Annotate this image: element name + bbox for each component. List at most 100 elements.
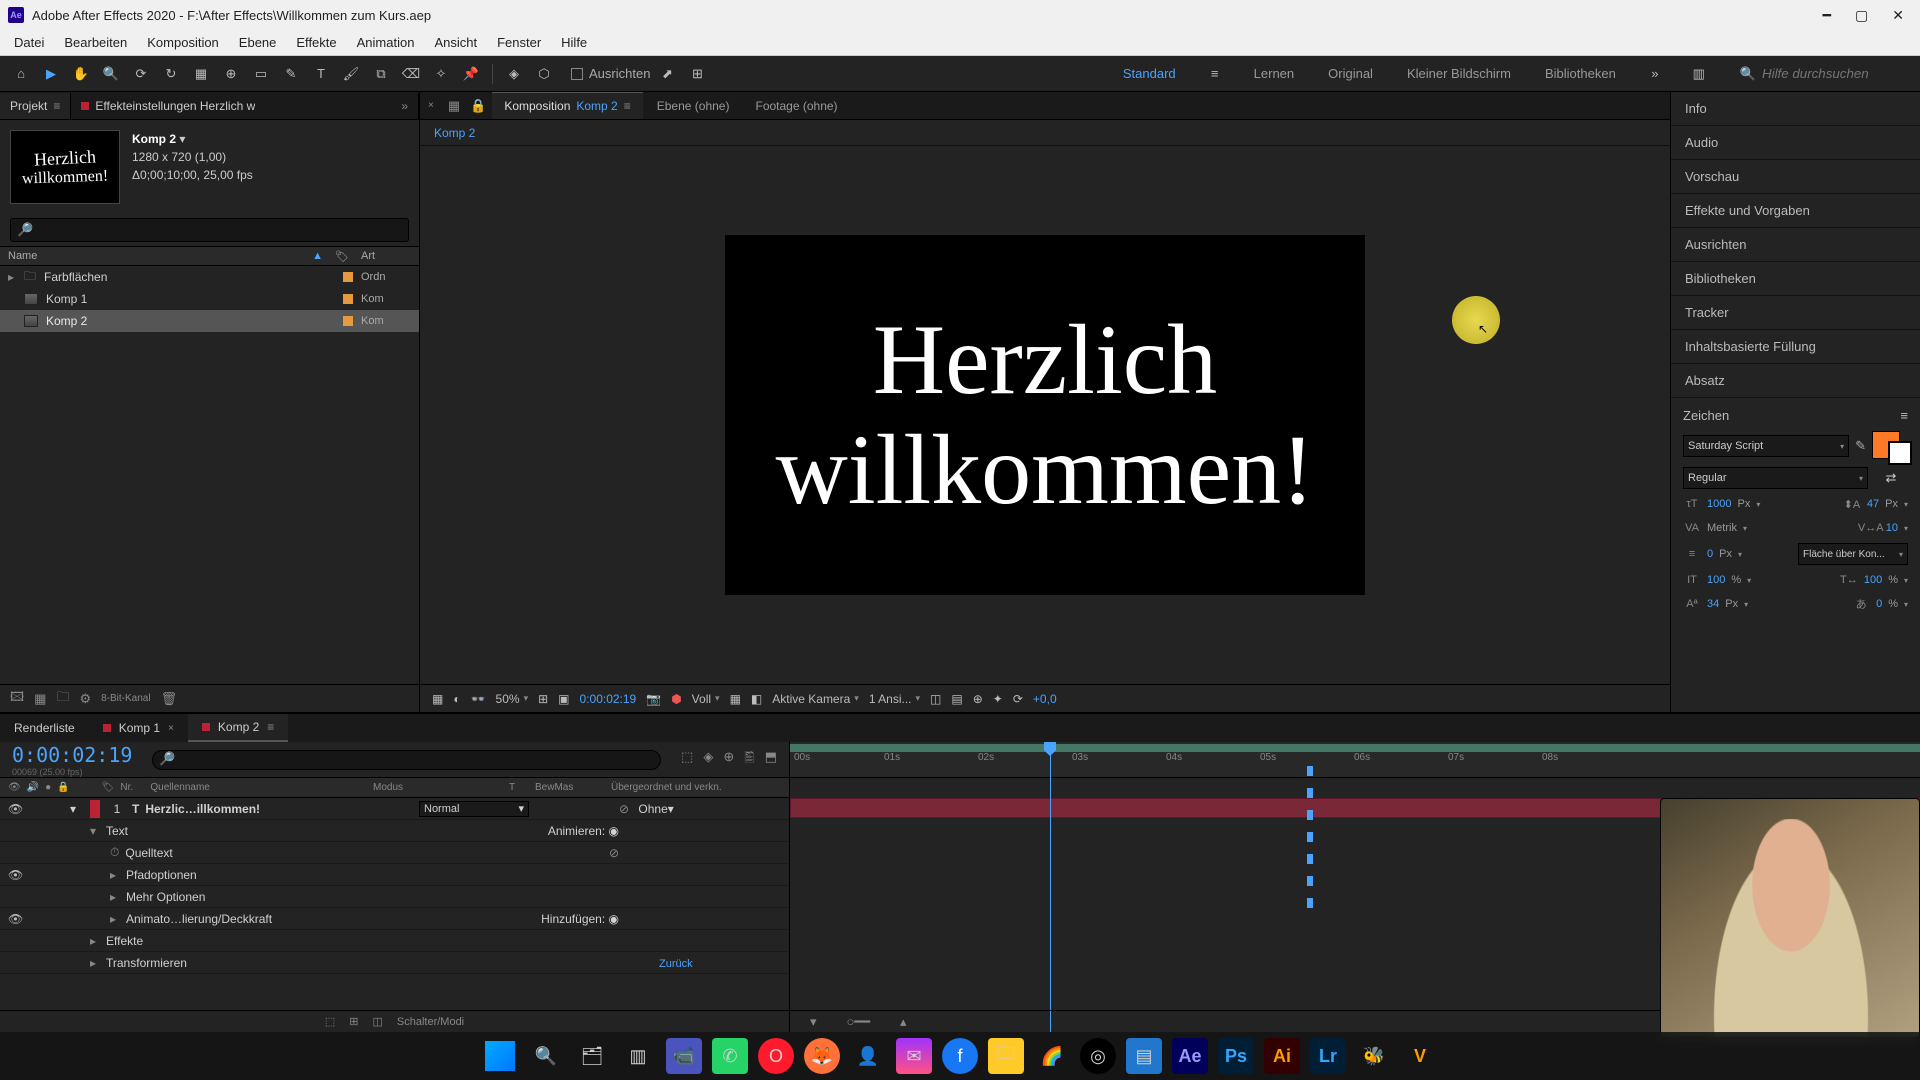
workspace-kleiner[interactable]: Kleiner Bildschirm [1399,60,1519,87]
tab-renderliste[interactable]: Renderliste [0,715,89,741]
taskbar-editor[interactable]: ▤ [1126,1038,1162,1074]
tab-effect-controls[interactable]: Effekteinstellungen Herzlich w » [71,93,419,119]
keyframe-marker[interactable] [1307,898,1313,908]
trackmatte-dropdown[interactable]: Ohne▾ [638,802,728,816]
taskbar-teams[interactable]: 📹 [666,1038,702,1074]
rotate-tool-icon[interactable]: ↻ [158,61,184,87]
baseline-input[interactable]: 34 [1707,598,1719,610]
playhead[interactable] [1050,742,1051,1032]
tl-btn3-icon[interactable]: ⊕ [723,749,734,771]
zoom-in-icon[interactable]: ▴ [900,1014,907,1030]
col-mode[interactable]: Modus [373,782,503,793]
font-style-dropdown[interactable]: Regular▾ [1683,467,1868,489]
snap-option-icon[interactable]: ⬈ [654,61,680,87]
quality-dropdown[interactable]: Voll▾ [692,692,720,706]
label-swatch[interactable] [343,294,353,304]
stopwatch-icon[interactable]: ⏱ [110,845,119,860]
zoom-out-icon[interactable]: ▾ [810,1014,817,1030]
menu-datei[interactable]: Datei [4,31,54,54]
pickwhip-icon[interactable]: ⊘ [619,802,629,816]
pen-tool-icon[interactable]: ✎ [278,61,304,87]
taskbar-firefox[interactable]: 🦊 [804,1038,840,1074]
type-tool-icon[interactable]: T [308,61,334,87]
panel-menu-icon[interactable]: ≡ [1900,408,1908,423]
col-source[interactable]: Quellenname [150,782,367,793]
project-item-comp2[interactable]: Komp 2 Kom [0,310,419,332]
taskbar-ai[interactable]: Ai [1264,1038,1300,1074]
keyframe-marker[interactable] [1307,876,1313,886]
eye-icon[interactable]: 👁 [8,868,23,882]
zoom-slider[interactable]: ○━━ [847,1014,871,1030]
fontsize-input[interactable]: 1000 [1707,498,1731,510]
transparency-icon[interactable]: ▦ [730,692,741,706]
stroke-width-input[interactable]: 0 [1707,548,1713,560]
project-item-comp1[interactable]: Komp 1 Kom [0,288,419,310]
extra-tool-2-icon[interactable]: ⬡ [531,61,557,87]
comp-breadcrumb[interactable]: Komp 2 [420,120,1670,146]
zoom-dropdown[interactable]: 50%▾ [496,692,529,706]
reset-link[interactable]: Zurück [659,958,693,970]
bit-depth-button[interactable]: 8-Bit-Kanal [101,693,150,704]
tl-foot-icon2[interactable]: ⊞ [349,1015,358,1028]
project-settings-icon[interactable]: ⚙ [79,691,91,707]
maximize-button[interactable]: ▢ [1855,7,1868,24]
taskbar-whatsapp[interactable]: ✆ [712,1038,748,1074]
menu-bearbeiten[interactable]: Bearbeiten [54,31,137,54]
prop-text[interactable]: ▾Text Animieren: ◉ [0,820,789,842]
tl-foot-icon3[interactable]: ◫ [372,1015,382,1028]
menu-fenster[interactable]: Fenster [487,31,551,54]
roto-tool-icon[interactable]: ✧ [428,61,454,87]
taskbar-explorer[interactable]: 🗂 [574,1038,610,1074]
tracking-input[interactable]: 10 [1886,522,1898,534]
extra-tool-1-icon[interactable]: ◈ [501,61,527,87]
tab-overflow-icon[interactable]: » [401,99,408,113]
keyframe-marker[interactable] [1307,854,1313,864]
swap-colors-icon[interactable]: ⇄ [1874,470,1908,486]
selection-tool-icon[interactable]: ▶ [38,61,64,87]
keyframe-marker[interactable] [1307,810,1313,820]
disclosure-icon[interactable]: ▸ [8,270,16,284]
minimize-button[interactable]: ━ [1823,7,1831,24]
layer-row[interactable]: 👁 ▾ 1 T Herzlic…illkommen! Normal▾ ⊘ Ohn… [0,798,789,820]
comp-dropdown-icon[interactable]: ▾ [179,132,185,146]
taskbar-search[interactable]: 🔍 [528,1038,564,1074]
project-search[interactable]: 🔎 [10,218,409,242]
workspace-original[interactable]: Original [1320,60,1381,87]
menu-ansicht[interactable]: Ansicht [424,31,487,54]
tl-btn5-icon[interactable]: ⬒ [765,749,777,771]
trash-icon[interactable]: 🗑 [161,691,178,707]
new-comp-icon[interactable]: ▦ [34,691,46,707]
taskbar-picasa[interactable]: 🌈 [1034,1038,1070,1074]
workspace-bibliotheken[interactable]: Bibliotheken [1537,60,1624,87]
refresh-icon[interactable]: ⟳ [1013,692,1023,706]
viewer-footer-icon[interactable]: ▦ [432,692,443,706]
prop-animator[interactable]: 👁 ▸Animato…lierung/Deckkraft Hinzufügen:… [0,908,789,930]
prop-effects[interactable]: ▸Effekte [0,930,789,952]
tab-project[interactable]: Projekt ≡ [0,93,71,119]
audio-header-icon[interactable]: 🔊 [27,782,39,793]
home-tool-icon[interactable]: ⌂ [8,61,34,87]
region-icon[interactable]: ◧ [751,692,762,706]
camera-dropdown[interactable]: Aktive Kamera▾ [772,692,859,706]
panel-audio[interactable]: Audio [1671,126,1920,160]
menu-komposition[interactable]: Komposition [137,31,229,54]
eye-header-icon[interactable]: 👁 [8,782,21,793]
orbit-tool-icon[interactable]: ⟳ [128,61,154,87]
snap-grid-icon[interactable]: ⊞ [684,61,710,87]
tab-lock2-icon[interactable]: 🔒 [466,98,490,114]
align-checkbox[interactable]: Ausrichten [571,66,650,81]
switches-modes-toggle[interactable]: Schalter/Modi [397,1016,464,1028]
timeline-search[interactable]: 🔎 [152,750,661,770]
tab-komp1[interactable]: Komp 1 × [89,715,188,741]
taskbar-messenger[interactable]: ✉ [896,1038,932,1074]
menu-effekte[interactable]: Effekte [286,31,346,54]
viewer-tab-comp[interactable]: Komposition Komp 2 ≡ [492,92,642,119]
hscale-input[interactable]: 100 [1864,574,1882,586]
new-folder-icon[interactable]: 🗀 [56,688,69,710]
snapshot-icon[interactable]: 📷 [646,692,661,706]
label-header-icon[interactable]: 🏷 [102,782,115,793]
taskbar-app3[interactable]: V [1402,1038,1438,1074]
expr-icon[interactable]: ⊘ [609,846,619,860]
view-opt3-icon[interactable]: ⊕ [973,692,983,706]
work-area-bar[interactable] [790,744,1920,752]
